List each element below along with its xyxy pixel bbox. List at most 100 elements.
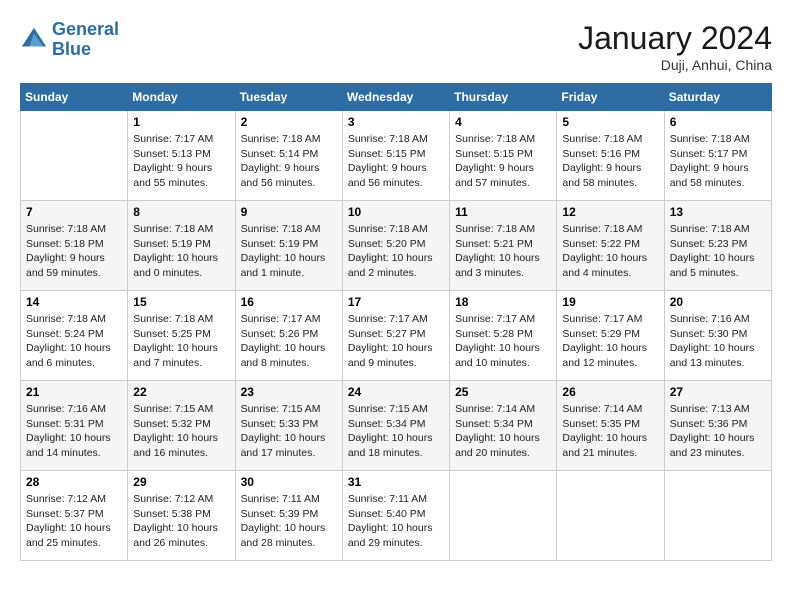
day-cell: 11 Sunrise: 7:18 AMSunset: 5:21 PMDayligh… (450, 201, 557, 291)
location-subtitle: Duji, Anhui, China (578, 57, 772, 73)
day-cell: 26 Sunrise: 7:14 AMSunset: 5:35 PMDayligh… (557, 381, 664, 471)
calendar-body: 1 Sunrise: 7:17 AMSunset: 5:13 PMDaylight… (21, 111, 772, 561)
day-info: Sunrise: 7:12 AMSunset: 5:37 PMDaylight:… (26, 492, 122, 551)
day-number: 21 (26, 385, 122, 399)
day-cell: 4 Sunrise: 7:18 AMSunset: 5:15 PMDaylight… (450, 111, 557, 201)
day-number: 26 (562, 385, 658, 399)
week-row-4: 21Sunrise: 7:16 AMSunset: 5:31 PMDayligh… (21, 381, 772, 471)
day-info: Sunrise: 7:18 AMSunset: 5:20 PMDaylight:… (348, 222, 444, 281)
day-cell (450, 471, 557, 561)
day-cell: 8Sunrise: 7:18 AMSunset: 5:19 PMDaylight… (128, 201, 235, 291)
logo-line2: Blue (52, 39, 91, 59)
day-cell: 21Sunrise: 7:16 AMSunset: 5:31 PMDayligh… (21, 381, 128, 471)
day-cell: 3Sunrise: 7:18 AMSunset: 5:15 PMDaylight… (342, 111, 449, 201)
day-info: Sunrise: 7:17 AMSunset: 5:13 PMDaylight:… (133, 132, 229, 191)
day-cell: 13 Sunrise: 7:18 AMSunset: 5:23 PMDayligh… (664, 201, 771, 291)
day-number: 28 (26, 475, 122, 489)
day-info: Sunrise: 7:15 AMSunset: 5:34 PMDaylight:… (348, 402, 444, 461)
day-cell: 22Sunrise: 7:15 AMSunset: 5:32 PMDayligh… (128, 381, 235, 471)
day-cell: 17 Sunrise: 7:17 AMSunset: 5:27 PMDayligh… (342, 291, 449, 381)
day-number: 23 (241, 385, 337, 399)
day-cell: 28 Sunrise: 7:12 AMSunset: 5:37 PMDayligh… (21, 471, 128, 561)
day-info: Sunrise: 7:18 AMSunset: 5:19 PMDaylight:… (241, 222, 337, 281)
header-row: SundayMondayTuesdayWednesdayThursdayFrid… (21, 84, 772, 111)
calendar-header: SundayMondayTuesdayWednesdayThursdayFrid… (21, 84, 772, 111)
day-cell: 30 Sunrise: 7:11 AMSunset: 5:39 PMDayligh… (235, 471, 342, 561)
day-info: Sunrise: 7:17 AMSunset: 5:27 PMDaylight:… (348, 312, 444, 371)
day-cell: 29 Sunrise: 7:12 AMSunset: 5:38 PMDayligh… (128, 471, 235, 561)
day-cell: 1 Sunrise: 7:17 AMSunset: 5:13 PMDaylight… (128, 111, 235, 201)
day-info: Sunrise: 7:13 AMSunset: 5:36 PMDaylight:… (670, 402, 766, 461)
logo-line1: General (52, 19, 119, 39)
day-cell: 23Sunrise: 7:15 AMSunset: 5:33 PMDayligh… (235, 381, 342, 471)
day-number: 10 (348, 205, 444, 219)
day-info: Sunrise: 7:14 AMSunset: 5:35 PMDaylight:… (562, 402, 658, 461)
day-number: 27 (670, 385, 766, 399)
day-cell: 5 Sunrise: 7:18 AMSunset: 5:16 PMDaylight… (557, 111, 664, 201)
day-number: 30 (241, 475, 337, 489)
day-cell (664, 471, 771, 561)
day-info: Sunrise: 7:18 AMSunset: 5:22 PMDaylight:… (562, 222, 658, 281)
title-block: January 2024 Duji, Anhui, China (578, 20, 772, 73)
day-info: Sunrise: 7:17 AMSunset: 5:28 PMDaylight:… (455, 312, 551, 371)
day-cell: 16Sunrise: 7:17 AMSunset: 5:26 PMDayligh… (235, 291, 342, 381)
day-number: 1 (133, 115, 229, 129)
day-number: 6 (670, 115, 766, 129)
day-number: 5 (562, 115, 658, 129)
day-number: 17 (348, 295, 444, 309)
day-info: Sunrise: 7:18 AMSunset: 5:16 PMDaylight:… (562, 132, 658, 191)
page-header: General Blue January 2024 Duji, Anhui, C… (20, 20, 772, 73)
day-number: 29 (133, 475, 229, 489)
logo: General Blue (20, 20, 119, 60)
day-cell: 18 Sunrise: 7:17 AMSunset: 5:28 PMDayligh… (450, 291, 557, 381)
day-number: 13 (670, 205, 766, 219)
day-number: 16 (241, 295, 337, 309)
day-cell: 10 Sunrise: 7:18 AMSunset: 5:20 PMDayligh… (342, 201, 449, 291)
day-info: Sunrise: 7:18 AMSunset: 5:24 PMDaylight:… (26, 312, 122, 371)
day-info: Sunrise: 7:12 AMSunset: 5:38 PMDaylight:… (133, 492, 229, 551)
logo-icon (20, 26, 48, 54)
week-row-2: 7Sunrise: 7:18 AMSunset: 5:18 PMDaylight… (21, 201, 772, 291)
day-number: 4 (455, 115, 551, 129)
day-cell: 24 Sunrise: 7:15 AMSunset: 5:34 PMDayligh… (342, 381, 449, 471)
calendar-table: SundayMondayTuesdayWednesdayThursdayFrid… (20, 83, 772, 561)
day-cell: 19Sunrise: 7:17 AMSunset: 5:29 PMDayligh… (557, 291, 664, 381)
day-info: Sunrise: 7:18 AMSunset: 5:17 PMDaylight:… (670, 132, 766, 191)
month-title: January 2024 (578, 20, 772, 57)
day-number: 7 (26, 205, 122, 219)
day-number: 11 (455, 205, 551, 219)
day-number: 24 (348, 385, 444, 399)
day-cell: 6 Sunrise: 7:18 AMSunset: 5:17 PMDaylight… (664, 111, 771, 201)
day-cell: 7Sunrise: 7:18 AMSunset: 5:18 PMDaylight… (21, 201, 128, 291)
day-number: 3 (348, 115, 444, 129)
day-number: 18 (455, 295, 551, 309)
day-cell: 20Sunrise: 7:16 AMSunset: 5:30 PMDayligh… (664, 291, 771, 381)
day-cell: 27 Sunrise: 7:13 AMSunset: 5:36 PMDayligh… (664, 381, 771, 471)
day-number: 9 (241, 205, 337, 219)
day-cell (21, 111, 128, 201)
day-info: Sunrise: 7:18 AMSunset: 5:23 PMDaylight:… (670, 222, 766, 281)
day-number: 12 (562, 205, 658, 219)
day-info: Sunrise: 7:18 AMSunset: 5:14 PMDaylight:… (241, 132, 337, 191)
day-cell: 14Sunrise: 7:18 AMSunset: 5:24 PMDayligh… (21, 291, 128, 381)
header-day-saturday: Saturday (664, 84, 771, 111)
day-number: 25 (455, 385, 551, 399)
header-day-sunday: Sunday (21, 84, 128, 111)
day-info: Sunrise: 7:18 AMSunset: 5:15 PMDaylight:… (455, 132, 551, 191)
day-info: Sunrise: 7:11 AMSunset: 5:39 PMDaylight:… (241, 492, 337, 551)
day-info: Sunrise: 7:11 AMSunset: 5:40 PMDaylight:… (348, 492, 444, 551)
day-info: Sunrise: 7:18 AMSunset: 5:21 PMDaylight:… (455, 222, 551, 281)
day-cell: 2 Sunrise: 7:18 AMSunset: 5:14 PMDaylight… (235, 111, 342, 201)
day-number: 15 (133, 295, 229, 309)
day-number: 20 (670, 295, 766, 309)
day-number: 2 (241, 115, 337, 129)
day-number: 31 (348, 475, 444, 489)
day-info: Sunrise: 7:15 AMSunset: 5:32 PMDaylight:… (133, 402, 229, 461)
day-cell: 25Sunrise: 7:14 AMSunset: 5:34 PMDayligh… (450, 381, 557, 471)
week-row-3: 14Sunrise: 7:18 AMSunset: 5:24 PMDayligh… (21, 291, 772, 381)
day-info: Sunrise: 7:17 AMSunset: 5:29 PMDaylight:… (562, 312, 658, 371)
day-number: 8 (133, 205, 229, 219)
day-cell: 31 Sunrise: 7:11 AMSunset: 5:40 PMDayligh… (342, 471, 449, 561)
header-day-wednesday: Wednesday (342, 84, 449, 111)
logo-text: General Blue (52, 20, 119, 60)
